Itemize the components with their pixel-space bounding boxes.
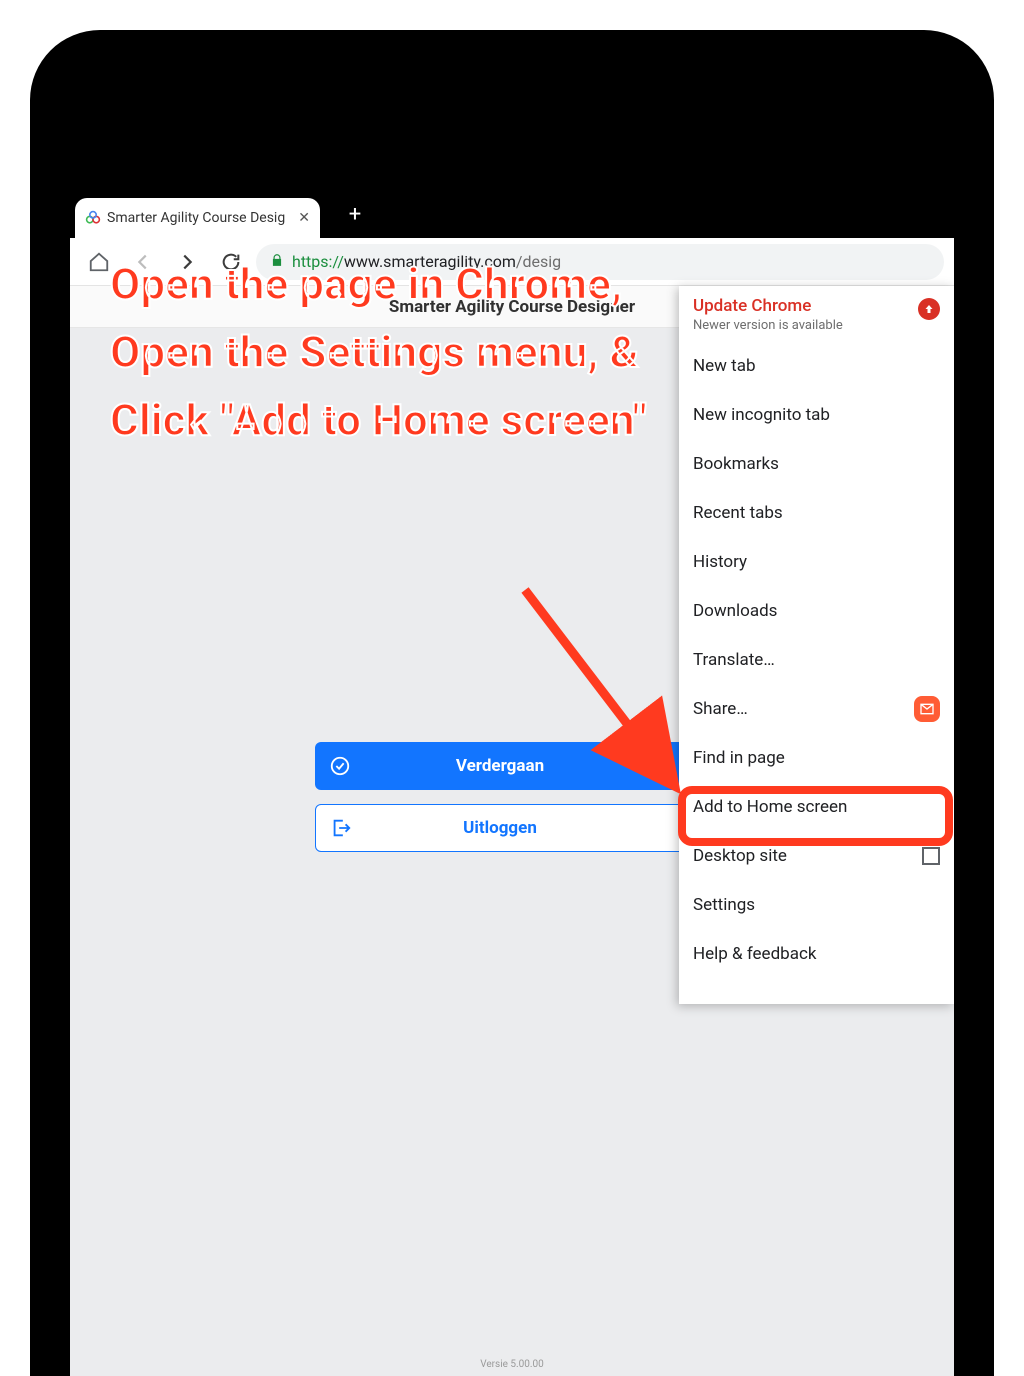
lock-icon	[270, 253, 284, 271]
logout-label: Uitloggen	[358, 818, 684, 838]
menu-add-to-home-screen[interactable]: Add to Home screen	[679, 782, 954, 831]
tab-strip: Smarter Agility Course Desig ✕ +	[70, 190, 954, 238]
device-screen: Smarter Agility Course Desig ✕ +	[70, 190, 954, 1376]
logout-icon	[324, 817, 358, 839]
desktop-site-checkbox[interactable]	[922, 847, 940, 865]
update-title: Update Chrome	[693, 296, 918, 316]
continue-button[interactable]: Verdergaan	[315, 742, 685, 790]
logout-button[interactable]: Uitloggen	[315, 804, 685, 852]
menu-history[interactable]: History	[679, 537, 954, 586]
menu-settings[interactable]: Settings	[679, 880, 954, 929]
device-frame: Smarter Agility Course Desig ✕ +	[30, 30, 994, 1376]
menu-translate[interactable]: Translate…	[679, 635, 954, 684]
tab-title: Smarter Agility Course Desig	[107, 210, 294, 226]
url-host: www.smarteragility.com	[344, 252, 516, 271]
back-button[interactable]	[124, 243, 162, 281]
menu-find-in-page[interactable]: Find in page	[679, 733, 954, 782]
url-path: /desig	[516, 252, 561, 271]
browser-tab[interactable]: Smarter Agility Course Desig ✕	[75, 198, 320, 238]
close-tab-icon[interactable]: ✕	[298, 210, 310, 226]
menu-share[interactable]: Share…	[679, 684, 954, 733]
menu-help-feedback[interactable]: Help & feedback	[679, 929, 954, 978]
update-badge-icon	[918, 298, 940, 320]
update-subtitle: Newer version is available	[693, 318, 918, 333]
overflow-menu: Update Chrome Newer version is available…	[679, 286, 954, 1004]
menu-new-incognito[interactable]: New incognito tab	[679, 390, 954, 439]
share-mail-icon	[914, 696, 940, 722]
home-button[interactable]	[80, 243, 118, 281]
browser-toolbar: https://www.smarteragility.com/desig	[70, 238, 954, 286]
page-title: Smarter Agility Course Designer	[389, 297, 635, 317]
menu-bookmarks[interactable]: Bookmarks	[679, 439, 954, 488]
menu-update-chrome[interactable]: Update Chrome Newer version is available	[679, 286, 954, 341]
forward-button[interactable]	[168, 243, 206, 281]
menu-new-tab[interactable]: New tab	[679, 341, 954, 390]
url-scheme: https://	[292, 252, 344, 271]
favicon-icon	[85, 210, 101, 226]
address-bar[interactable]: https://www.smarteragility.com/desig	[256, 244, 944, 280]
menu-downloads[interactable]: Downloads	[679, 586, 954, 635]
version-text: Versie 5.00.00	[70, 1359, 954, 1370]
new-tab-button[interactable]: +	[335, 190, 375, 238]
menu-recent-tabs[interactable]: Recent tabs	[679, 488, 954, 537]
continue-label: Verdergaan	[357, 756, 685, 776]
check-circle-icon	[323, 755, 357, 777]
reload-button[interactable]	[212, 243, 250, 281]
menu-desktop-site[interactable]: Desktop site	[679, 831, 954, 880]
plus-icon: +	[349, 202, 361, 227]
